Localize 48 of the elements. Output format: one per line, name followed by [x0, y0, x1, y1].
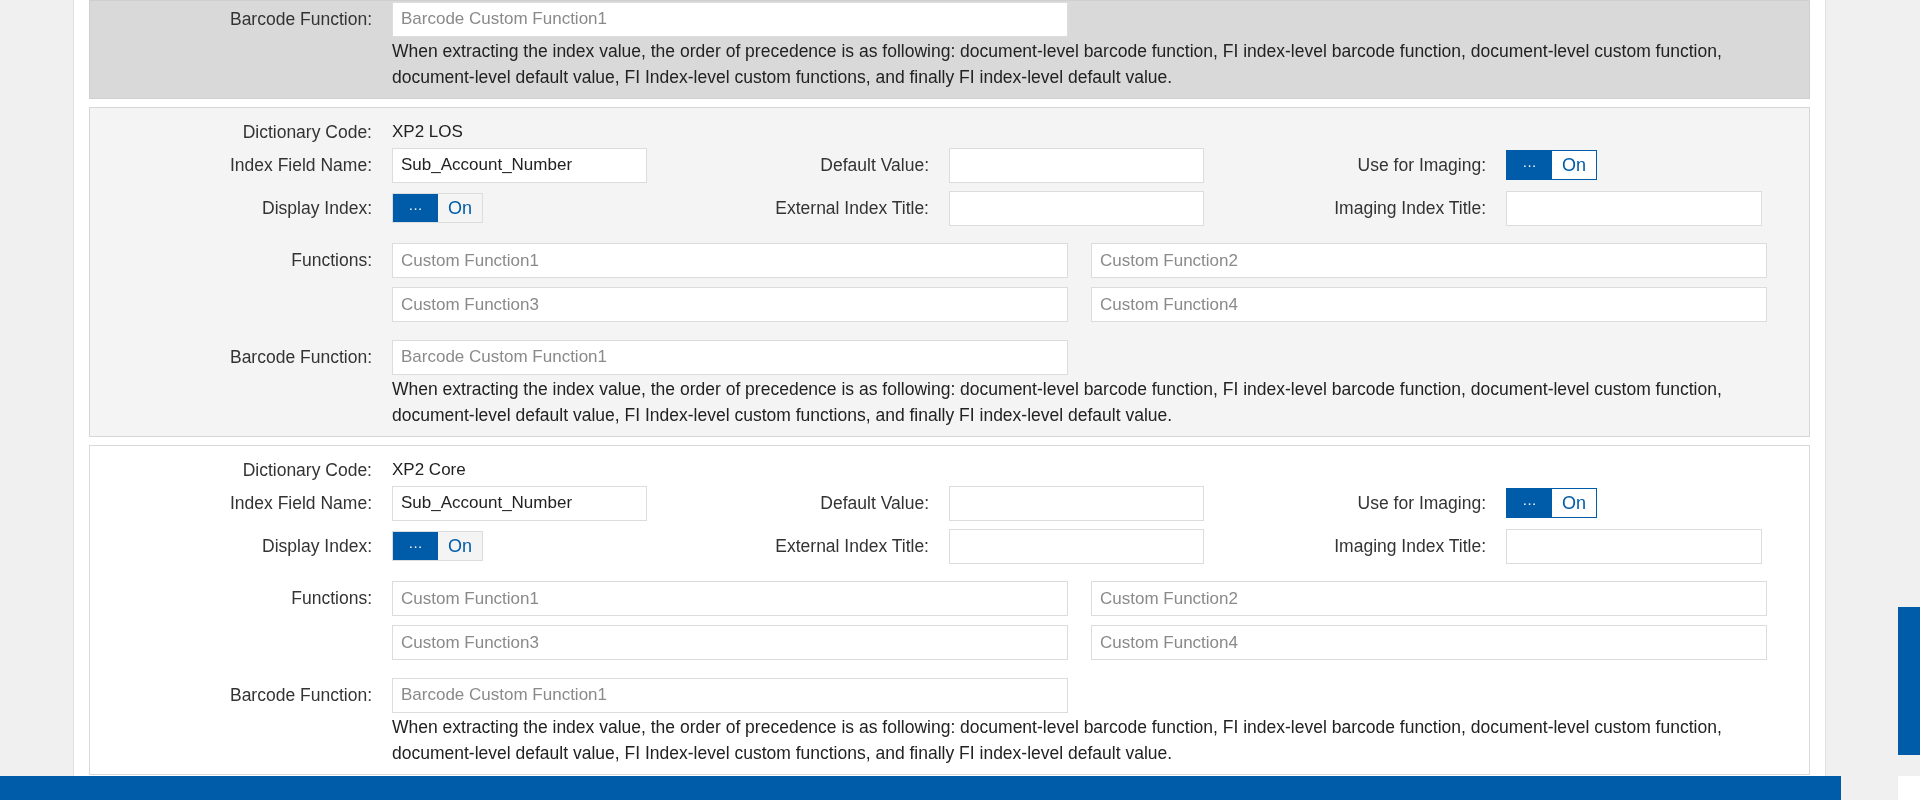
field-label: Imaging Index Title: — [1334, 534, 1486, 558]
barcode-function-input[interactable]: Barcode Custom Function1 — [392, 677, 1068, 713]
field-label: Barcode Function: — [229, 345, 372, 369]
custom-function-input[interactable]: Custom Function1 — [392, 581, 1068, 616]
field-label: External Index Title: — [775, 196, 929, 220]
default-value-input[interactable] — [949, 485, 1204, 521]
toggle-switch[interactable]: ··· On — [392, 531, 483, 561]
default-value-input[interactable] — [949, 147, 1204, 183]
toggle-switch[interactable]: ··· On — [392, 193, 483, 223]
field-label: Imaging Index Title: — [1334, 196, 1486, 220]
field-label: Default Value: — [820, 153, 929, 177]
toggle-switch[interactable]: ··· On — [1506, 488, 1597, 518]
imaging-index-title-input[interactable] — [1506, 190, 1762, 226]
precedence-note: When extracting the index value, the order of precedence is as following: document-level barcode function, FI index-level barcode function, document-level custom function, document-level default value, FI Index-level custom functions, and finally FI index-level default value. — [392, 40, 1723, 89]
custom-function-input[interactable]: Custom Function2 — [1091, 243, 1767, 278]
field-label: Default Value: — [820, 491, 929, 515]
field-label: Use for Imaging: — [1357, 153, 1486, 177]
precedence-note: When extracting the index value, the order of precedence is as following: document-level barcode function, FI index-level barcode function, document-level custom function, document-level default value, FI Index-level custom functions, and finally FI index-level default value. — [392, 378, 1723, 427]
field-label: Index Field Name: — [230, 153, 372, 177]
imaging-index-title-input[interactable] — [1506, 528, 1762, 564]
custom-function-input[interactable]: Custom Function4 — [1091, 625, 1767, 660]
field-label: Functions: — [291, 587, 372, 605]
field-label: Barcode Function: — [229, 7, 372, 31]
field-label: External Index Title: — [775, 534, 929, 558]
field-label: Barcode Function: — [229, 683, 372, 707]
custom-function-input[interactable]: Custom Function3 — [392, 625, 1068, 660]
field-label: Dictionary Code: — [242, 120, 372, 144]
barcode-function-input[interactable]: Barcode Custom Function1 — [392, 339, 1068, 375]
field-label: Display Index: — [262, 534, 372, 558]
custom-function-input[interactable]: Custom Function1 — [392, 243, 1068, 278]
field-label: Functions: — [291, 249, 372, 267]
field-label: Display Index: — [262, 196, 372, 220]
field-label: Use for Imaging: — [1357, 491, 1486, 515]
index-field-name-input[interactable]: Sub_Account_Number — [392, 485, 647, 521]
index-field-name-input[interactable]: Sub_Account_Number — [392, 147, 647, 183]
barcode-function-input[interactable]: Barcode Custom Function1 — [392, 1, 1068, 37]
toggle-switch[interactable]: ··· On — [1506, 150, 1597, 180]
custom-function-input[interactable]: Custom Function3 — [392, 287, 1068, 322]
scroll-indicator[interactable] — [1898, 607, 1920, 755]
field-label: Index Field Name: — [230, 491, 372, 515]
field-label: Dictionary Code: — [242, 458, 372, 482]
dictionary-code: XP2 Core — [392, 459, 466, 482]
custom-function-input[interactable]: Custom Function2 — [1091, 581, 1767, 616]
dictionary-code: XP2 LOS — [392, 121, 463, 144]
custom-function-input[interactable]: Custom Function4 — [1091, 287, 1767, 322]
precedence-note: When extracting the index value, the order of precedence is as following: document-level barcode function, FI index-level barcode function, document-level custom function, document-level default value, FI Index-level custom functions, and finally FI index-level default value. — [392, 716, 1723, 765]
external-index-title-input[interactable] — [949, 190, 1204, 226]
external-index-title-input[interactable] — [949, 528, 1204, 564]
